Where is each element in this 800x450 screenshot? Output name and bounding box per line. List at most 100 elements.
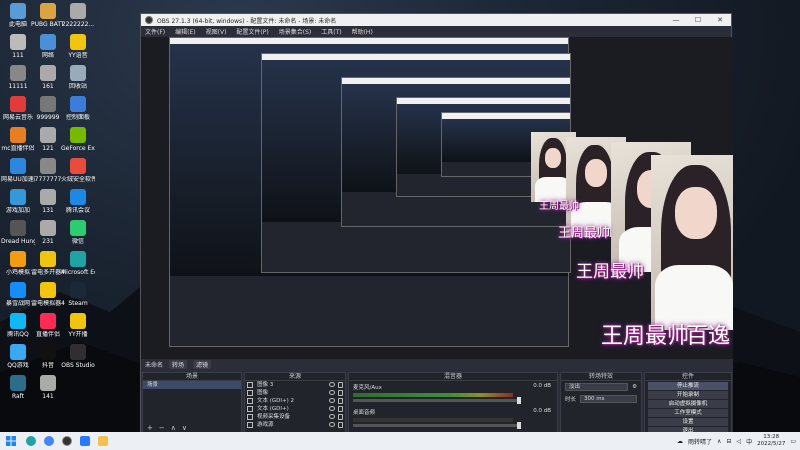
clock[interactable]: 13:28 2022/5/27 (757, 434, 785, 448)
minimize-button[interactable]: — (665, 14, 687, 26)
obs-taskbar-icon[interactable] (58, 432, 76, 450)
source-item[interactable]: 文本 (GDI+) (245, 405, 345, 413)
download-taskbar-icon[interactable] (76, 432, 94, 450)
title-bar[interactable]: OBS 27.1.3 (64-bit, windows) - 配置文件: 未命名… (141, 14, 731, 26)
desktop-icon[interactable]: 控制面板 (61, 96, 95, 121)
desktop-icon[interactable]: 抖音 (31, 344, 65, 369)
desktop-icon[interactable]: mc直播伴侣 (1, 127, 35, 152)
desktop-icon[interactable]: 网易UU加速器 (1, 158, 35, 183)
menu-profile[interactable]: 配置文件(P) (236, 27, 268, 36)
notification-icon[interactable]: ▭ (790, 438, 796, 445)
maximize-button[interactable]: ☐ (687, 14, 709, 26)
desktop-icon[interactable]: 腾讯QQ (1, 313, 35, 338)
preview-canvas[interactable]: 王周最帅 王周最帅 王周最帅 王周最帅 百逸 (141, 37, 733, 359)
desktop-icon[interactable]: GeForce Experience (61, 127, 95, 152)
transition-chip[interactable]: 转场 (169, 360, 188, 369)
add-scene-icon[interactable]: + (147, 424, 153, 432)
close-button[interactable]: ✕ (709, 14, 731, 26)
menu-scene-collection[interactable]: 场景集合(S) (279, 27, 312, 36)
visibility-eye-icon[interactable] (329, 414, 335, 419)
desktop-icon[interactable]: 111 (1, 34, 35, 59)
desktop-icon[interactable]: 小鸡模拟 (1, 251, 35, 276)
scene-item[interactable]: 场景 (143, 381, 241, 389)
remove-scene-icon[interactable]: − (159, 424, 165, 432)
volume-slider[interactable] (353, 397, 521, 404)
folder-taskbar-icon[interactable] (94, 432, 112, 450)
visibility-eye-icon[interactable] (329, 422, 335, 427)
chrome-taskbar-icon[interactable] (40, 432, 58, 450)
desktop-icon[interactable]: YY语音 (61, 34, 95, 59)
menu-file[interactable]: 文件(F) (145, 27, 165, 36)
lock-icon[interactable] (338, 390, 343, 396)
lock-icon[interactable] (338, 414, 343, 420)
weather-text[interactable]: 雨转晴了 (688, 437, 712, 446)
chevron-up-icon[interactable]: ∧ (717, 438, 721, 445)
desktop-icon[interactable]: 7777777 (31, 158, 65, 183)
desktop-icon[interactable]: PUBG BATTLEGR... (31, 3, 65, 28)
desktop-icon[interactable]: QQ游戏 (1, 344, 35, 369)
desktop-icon[interactable]: 网易云音乐 (1, 96, 35, 121)
move-up-icon[interactable]: ∧ (171, 424, 176, 432)
desktop-icon[interactable]: OBS Studio (61, 344, 95, 369)
studio-mode-button[interactable]: 工作室模式 (648, 409, 728, 417)
desktop-icon[interactable]: 231 (31, 220, 65, 245)
desktop-icon[interactable]: YY开播 (61, 313, 95, 338)
lock-icon[interactable] (338, 406, 343, 412)
start-button[interactable] (0, 432, 22, 450)
transition-select[interactable]: 淡出 (565, 383, 629, 391)
desktop-icon[interactable]: Steam (61, 282, 95, 307)
desktop-icon[interactable]: 直播伴侣 (31, 313, 65, 338)
duration-input[interactable]: 300 ms (580, 395, 637, 403)
desktop-icon[interactable]: 暴雪战网 (1, 282, 35, 307)
speaker-icon[interactable]: ◁ (736, 438, 741, 445)
visibility-eye-icon[interactable] (329, 390, 335, 395)
desktop-icon[interactable]: 161 (31, 65, 65, 90)
move-down-icon[interactable]: ∨ (182, 424, 187, 432)
source-item[interactable]: 图像 3 (245, 381, 345, 389)
desktop-icon[interactable]: 雷电模拟器4 (31, 282, 65, 307)
edge-taskbar-icon[interactable] (22, 432, 40, 450)
desktop-icon[interactable]: 网络 (31, 34, 65, 59)
source-item[interactable]: 图像 (245, 389, 345, 397)
source-item[interactable]: 视频采集设备 (245, 413, 345, 421)
virtual-camera-button[interactable]: 启动虚拟摄像机 (648, 400, 728, 408)
network-icon[interactable]: ⊟ (726, 438, 731, 445)
desktop-icon[interactable]: Microsoft Edge (61, 251, 95, 276)
settings-button[interactable]: 设置 (648, 418, 728, 426)
start-recording-button[interactable]: 开始录制 (648, 391, 728, 399)
weather-icon[interactable]: ☁ (677, 438, 683, 445)
lock-icon[interactable] (338, 382, 343, 388)
desktop-icon[interactable]: 游戏加加 (1, 189, 35, 214)
desktop-icon[interactable]: 131 (31, 189, 65, 214)
menu-tools[interactable]: 工具(T) (321, 27, 341, 36)
desktop-icon[interactable]: 雷电多开器4 (31, 251, 65, 276)
desktop-icon[interactable]: 11111 (1, 65, 35, 90)
desktop-icon[interactable]: 2222222... (61, 3, 95, 28)
menu-view[interactable]: 视图(V) (206, 27, 227, 36)
source-item[interactable]: 文本 (GDI+) 2 (245, 397, 345, 405)
lock-icon[interactable] (338, 422, 343, 428)
volume-slider[interactable] (353, 422, 521, 429)
desktop-icon[interactable]: 腾讯会议 (61, 189, 95, 214)
desktop-icon[interactable]: 回收站 (61, 65, 95, 90)
ime-indicator[interactable]: 中 (746, 437, 752, 446)
visibility-eye-icon[interactable] (329, 406, 335, 411)
visibility-eye-icon[interactable] (329, 382, 335, 387)
source-item[interactable]: 游戏源 (245, 421, 345, 429)
menu-edit[interactable]: 编辑(E) (175, 27, 195, 36)
desktop-icon[interactable]: 此电脑 (1, 3, 35, 28)
desktop-icon[interactable]: 火绒安全软件 (61, 158, 95, 183)
slider-handle[interactable] (517, 397, 521, 404)
desktop-icon[interactable]: 999999 (31, 96, 65, 121)
desktop-icon[interactable]: 121 (31, 127, 65, 152)
slider-handle[interactable] (517, 422, 521, 429)
visibility-eye-icon[interactable] (329, 398, 335, 403)
desktop-icon[interactable]: 微信 (61, 220, 95, 245)
lock-icon[interactable] (338, 398, 343, 404)
stop-streaming-button[interactable]: 停止推流 (648, 382, 728, 390)
desktop-icon[interactable]: Dread Hunger (1, 220, 35, 245)
desktop-icon[interactable]: 141 (31, 375, 65, 400)
desktop-icon[interactable]: Raft (1, 375, 35, 400)
gear-icon[interactable]: ⚙ (632, 384, 637, 390)
menu-help[interactable]: 帮助(H) (352, 27, 373, 36)
